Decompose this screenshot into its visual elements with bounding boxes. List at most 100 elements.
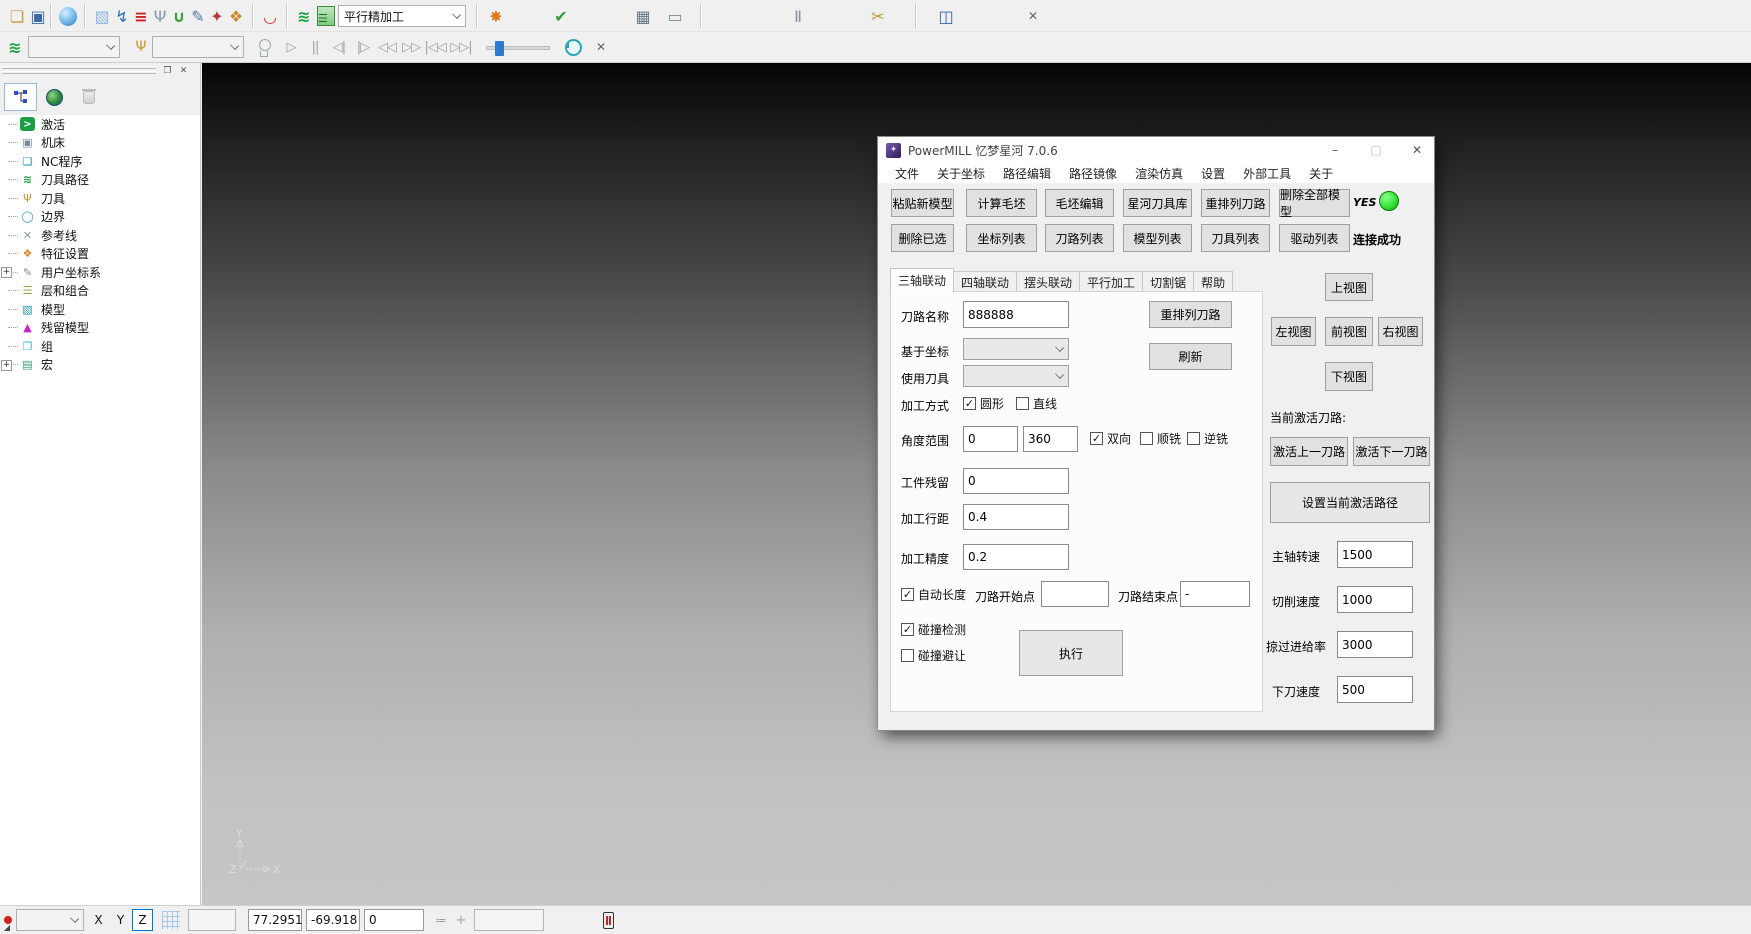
drive-list-button[interactable]: 驱动列表 bbox=[1279, 224, 1350, 252]
collision-avoid-checkbox[interactable]: 碰撞避让 bbox=[901, 647, 966, 664]
spindle-speed-input[interactable] bbox=[1337, 541, 1413, 568]
angle-to-input[interactable] bbox=[1023, 426, 1078, 452]
pause-icon[interactable]: || bbox=[302, 34, 328, 60]
measure-icon[interactable] bbox=[662, 3, 688, 29]
play-icon[interactable]: ▷ bbox=[278, 34, 304, 60]
tree-item-groups[interactable]: 组 bbox=[0, 337, 200, 356]
speed-slider[interactable] bbox=[486, 46, 550, 50]
save-icon[interactable] bbox=[25, 3, 51, 29]
tree-item-feature-sets[interactable]: 特征设置 bbox=[0, 245, 200, 264]
strategy-combobox[interactable]: 平行精加工 bbox=[338, 5, 466, 27]
tree-item-nc-programs[interactable]: NC程序 bbox=[0, 152, 200, 171]
refresh-button[interactable]: 刷新 bbox=[1149, 343, 1232, 370]
paste-model-button[interactable]: 粘贴新模型 bbox=[891, 189, 954, 217]
plunge-feed-input[interactable] bbox=[1337, 676, 1413, 703]
coord-list-button[interactable]: 坐标列表 bbox=[966, 224, 1037, 252]
tree-item-macros[interactable]: 宏 bbox=[0, 356, 200, 375]
angle-from-input[interactable] bbox=[963, 426, 1018, 452]
world-view-tab[interactable] bbox=[38, 83, 71, 111]
step-back-icon[interactable]: ◁| bbox=[326, 34, 352, 60]
tree-view-tab[interactable] bbox=[4, 83, 37, 111]
tree-item-machine[interactable]: 机床 bbox=[0, 134, 200, 153]
end-point-input[interactable] bbox=[1180, 581, 1250, 607]
status-field-1[interactable] bbox=[188, 909, 236, 931]
menu-path-edit[interactable]: 路径编辑 bbox=[994, 165, 1060, 182]
tool-pair-icon[interactable] bbox=[785, 3, 811, 29]
lightbulb-icon[interactable] bbox=[252, 34, 278, 60]
tool-library-button[interactable]: 星河刀具库 bbox=[1123, 189, 1192, 217]
shaded-view-icon[interactable] bbox=[55, 3, 81, 29]
recycle-bin-tab[interactable] bbox=[72, 83, 105, 111]
menu-render-sim[interactable]: 渲染仿真 bbox=[1126, 165, 1192, 182]
toolpath-strategy-icon[interactable] bbox=[2, 34, 28, 60]
view-left-button[interactable]: 左视图 bbox=[1271, 317, 1316, 346]
tool-icon[interactable]: Ψ bbox=[128, 34, 154, 60]
stock-remain-input[interactable] bbox=[963, 468, 1069, 494]
tree-item-stock-models[interactable]: 残留模型 bbox=[0, 319, 200, 338]
draw-toggle-icon[interactable] bbox=[598, 909, 618, 931]
clock-icon[interactable] bbox=[560, 34, 586, 60]
float-panel-icon[interactable]: ❐ bbox=[161, 65, 174, 77]
close-panel-icon[interactable]: ✕ bbox=[177, 65, 190, 77]
toolpath-list-button[interactable]: 刀路列表 bbox=[1045, 224, 1114, 252]
cut-model-icon[interactable] bbox=[865, 3, 891, 29]
tab-3axis[interactable]: 三轴联动 bbox=[890, 268, 954, 292]
conventional-mill-checkbox[interactable]: 逆铣 bbox=[1187, 430, 1228, 447]
view-top-button[interactable]: 上视图 bbox=[1325, 273, 1373, 301]
axis-y-button[interactable]: Y bbox=[110, 909, 131, 931]
maximize-button[interactable]: ▢ bbox=[1359, 137, 1393, 163]
delete-selected-button[interactable]: 删除已选 bbox=[891, 224, 954, 252]
skim-feed-input[interactable] bbox=[1337, 631, 1413, 658]
axis-pointer-icon[interactable]: + bbox=[452, 909, 470, 931]
coord-z-field[interactable]: 0 bbox=[364, 909, 424, 931]
go-end-icon[interactable]: ▷▷| bbox=[448, 34, 474, 60]
climb-mill-checkbox[interactable]: 顺铣 bbox=[1140, 430, 1181, 447]
tree-item-patterns[interactable]: 参考线 bbox=[0, 226, 200, 245]
tree-item-workplanes[interactable]: 用户坐标系 bbox=[0, 263, 200, 282]
speed-slider-handle[interactable] bbox=[495, 41, 504, 56]
menu-about[interactable]: 关于 bbox=[1300, 165, 1342, 182]
start-point-input[interactable] bbox=[1041, 581, 1109, 607]
menu-settings[interactable]: 设置 bbox=[1192, 165, 1234, 182]
tab-swivel[interactable]: 摆头联动 bbox=[1016, 271, 1080, 292]
bidirectional-checkbox[interactable]: 双向 bbox=[1090, 430, 1131, 447]
tool-combobox[interactable] bbox=[152, 36, 244, 58]
tree-item-boundaries[interactable]: 边界 bbox=[0, 208, 200, 227]
panel-grip[interactable]: ❐ ✕ bbox=[0, 63, 200, 77]
tree-item-levels-sets[interactable]: 层和组合 bbox=[0, 282, 200, 301]
calc-block-button[interactable]: 计算毛坯 bbox=[966, 189, 1037, 217]
axis-x-button[interactable]: X bbox=[88, 909, 109, 931]
axis-z-button[interactable]: Z bbox=[132, 909, 153, 931]
collision-detect-checkbox[interactable]: 碰撞检测 bbox=[901, 621, 966, 638]
close-toolbar-icon[interactable] bbox=[588, 34, 614, 60]
close-toolbar-icon[interactable] bbox=[1020, 3, 1046, 29]
menu-coords[interactable]: 关于坐标 bbox=[928, 165, 994, 182]
coord-select[interactable] bbox=[963, 338, 1069, 360]
set-active-path-button[interactable]: 设置当前激活路径 bbox=[1270, 482, 1430, 523]
view-front-button[interactable]: 前视图 bbox=[1325, 317, 1373, 346]
rearrange-toolpath-button[interactable]: 重排列刀路 bbox=[1201, 189, 1270, 217]
grid-button[interactable] bbox=[158, 909, 184, 931]
toolpath-combobox[interactable] bbox=[28, 36, 120, 58]
block-edit-button[interactable]: 毛坯编辑 bbox=[1045, 189, 1114, 217]
stepover-input[interactable] bbox=[963, 504, 1069, 530]
line-checkbox[interactable]: 直线 bbox=[1016, 395, 1057, 412]
activate-prev-toolpath-button[interactable]: 激活上一刀路 bbox=[1270, 437, 1348, 466]
collision-check-icon[interactable] bbox=[257, 3, 283, 29]
coord-x-field[interactable]: 77.2951 bbox=[248, 909, 302, 931]
tab-help[interactable]: 帮助 bbox=[1193, 271, 1233, 292]
menu-file[interactable]: 文件 bbox=[886, 165, 928, 182]
execute-button[interactable]: 执行 bbox=[1019, 630, 1123, 676]
dialog-titlebar[interactable]: PowerMILL 忆梦星河 7.0.6 – ▢ ✕ bbox=[878, 137, 1434, 163]
delete-all-models-button[interactable]: 删除全部模型 bbox=[1279, 189, 1350, 217]
toolpath-name-input[interactable] bbox=[963, 301, 1069, 328]
strategy-list-icon[interactable] bbox=[313, 3, 339, 29]
cutting-feed-input[interactable] bbox=[1337, 586, 1413, 613]
fast-forward-icon[interactable]: ▷▷ bbox=[398, 34, 424, 60]
tree-item-toolpaths[interactable]: 刀具路径 bbox=[0, 171, 200, 190]
close-button[interactable]: ✕ bbox=[1400, 137, 1434, 163]
compare-model-icon[interactable] bbox=[933, 3, 959, 29]
tree-item-models[interactable]: 模型 bbox=[0, 300, 200, 319]
model-list-button[interactable]: 模型列表 bbox=[1123, 224, 1192, 252]
auto-length-checkbox[interactable]: 自动长度 bbox=[901, 586, 966, 603]
